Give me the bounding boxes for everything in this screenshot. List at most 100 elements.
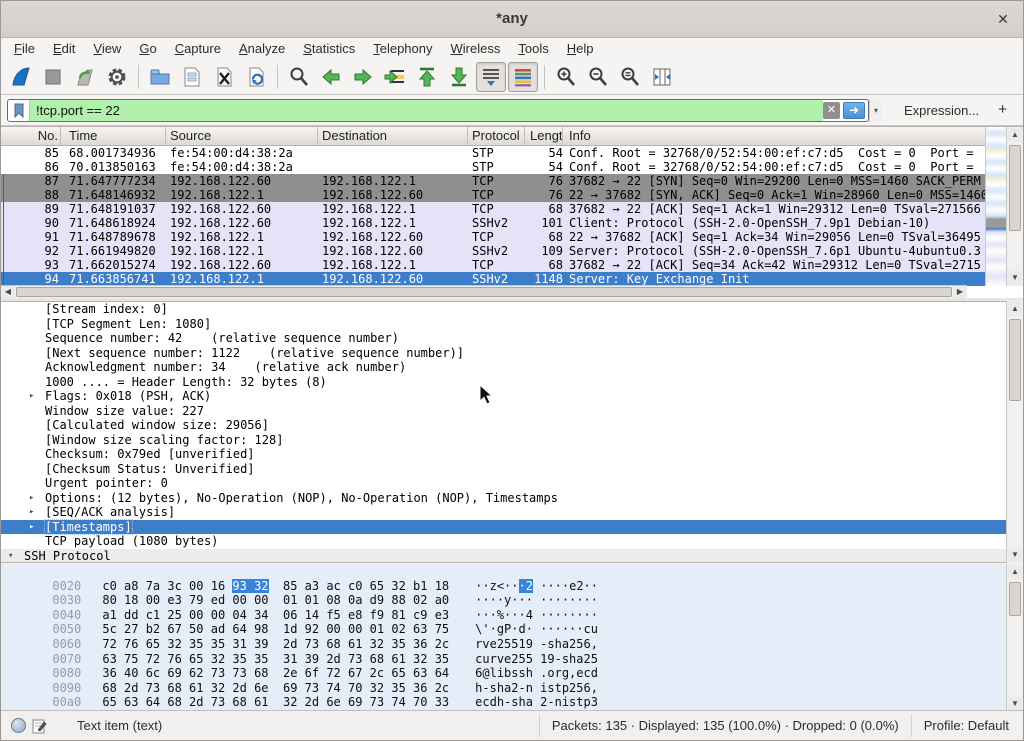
scrollbar-thumb[interactable]: [16, 287, 952, 297]
hex-vscrollbar[interactable]: ▲ ▼: [1006, 564, 1023, 712]
column-header[interactable]: Destination: [318, 127, 468, 145]
go-back-button[interactable]: [316, 62, 346, 92]
close-file-button[interactable]: [209, 62, 239, 92]
filter-bookmark-button[interactable]: [8, 100, 30, 121]
expander-icon[interactable]: ▸: [29, 505, 45, 520]
packet-row[interactable]: 87 71.647777234 192.168.122.60 192.168.1…: [1, 174, 1023, 188]
go-forward-button[interactable]: [348, 62, 378, 92]
detail-line[interactable]: ▸ Flags: 0x018 (PSH, ACK): [1, 389, 1023, 404]
expander-icon[interactable]: ▸: [29, 389, 45, 404]
menu-item[interactable]: Analyze: [230, 39, 294, 58]
column-header[interactable]: Info: [563, 127, 1023, 145]
colorize-toggle[interactable]: [508, 62, 538, 92]
column-header[interactable]: Source: [166, 127, 318, 145]
detail-line[interactable]: Checksum: 0x79ed [unverified]: [1, 447, 1023, 462]
detail-line[interactable]: Acknowledgment number: 34 (relative ack …: [1, 360, 1023, 375]
details-vscrollbar[interactable]: ▲ ▼: [1006, 301, 1023, 563]
scroll-down-arrow[interactable]: ▼: [1008, 271, 1022, 285]
expression-button[interactable]: Expression...: [896, 100, 987, 121]
scrollbar-thumb[interactable]: [1009, 145, 1021, 231]
menu-item[interactable]: Tools: [509, 39, 557, 58]
packet-row[interactable]: 86 70.013850163 fe:54:00:d4:38:2a STP 54…: [1, 160, 1023, 174]
detail-line[interactable]: [Calculated window size: 29056]: [1, 418, 1023, 433]
zoom-in-button[interactable]: [551, 62, 581, 92]
expander-icon[interactable]: ▸: [29, 520, 45, 535]
scroll-down-arrow[interactable]: ▼: [1008, 697, 1022, 711]
scrollbar-thumb[interactable]: [1009, 319, 1021, 401]
hex-row[interactable]: 0020c0 a8 7a 3c 00 16 93 32 85 a3 ac c0 …: [1, 564, 1023, 579]
scroll-up-arrow[interactable]: ▲: [1008, 128, 1022, 142]
filter-history-dropdown[interactable]: ▾: [869, 99, 882, 122]
detail-line[interactable]: [TCP Segment Len: 1080]: [1, 317, 1023, 332]
scrollbar-thumb[interactable]: [1009, 582, 1021, 616]
go-to-packet-button[interactable]: [380, 62, 410, 92]
menu-item[interactable]: Wireless: [442, 39, 510, 58]
packet-row[interactable]: 89 71.648191037 192.168.122.60 192.168.1…: [1, 202, 1023, 216]
detail-line[interactable]: Window size value: 227: [1, 404, 1023, 419]
intelligent-scrollbar-minimap[interactable]: [985, 127, 1006, 286]
zoom-original-button[interactable]: [615, 62, 645, 92]
go-to-bottom-button[interactable]: [444, 62, 474, 92]
scroll-left-arrow[interactable]: ◀: [1, 286, 15, 298]
menu-item[interactable]: Telephony: [364, 39, 441, 58]
detail-line[interactable]: [Window size scaling factor: 128]: [1, 433, 1023, 448]
save-file-button[interactable]: [177, 62, 207, 92]
scroll-right-arrow[interactable]: ▶: [953, 286, 967, 298]
scroll-up-arrow[interactable]: ▲: [1008, 302, 1022, 316]
zoom-out-button[interactable]: [583, 62, 613, 92]
resize-columns-button[interactable]: [647, 62, 677, 92]
expander-icon[interactable]: ▾: [8, 549, 24, 564]
packet-row[interactable]: 93 71.662015274 192.168.122.60 192.168.1…: [1, 258, 1023, 272]
menu-item[interactable]: Help: [558, 39, 603, 58]
scroll-down-arrow[interactable]: ▼: [1008, 548, 1022, 562]
scroll-up-arrow[interactable]: ▲: [1008, 565, 1022, 579]
column-header[interactable]: Time: [61, 127, 166, 145]
packet-row[interactable]: 85 68.001734936 fe:54:00:d4:38:2a STP 54…: [1, 146, 1023, 160]
menu-item[interactable]: Edit: [44, 39, 84, 58]
auto-scroll-toggle[interactable]: [476, 62, 506, 92]
menu-item[interactable]: Statistics: [294, 39, 364, 58]
detail-line[interactable]: 1000 .... = Header Length: 32 bytes (8): [1, 375, 1023, 390]
packet-list-hscrollbar[interactable]: ◀ ▶: [1, 285, 967, 298]
expander-icon[interactable]: ▸: [29, 491, 45, 506]
go-to-top-button[interactable]: [412, 62, 442, 92]
capture-comment-icon[interactable]: [32, 718, 47, 734]
filter-clear-button[interactable]: ✕: [823, 102, 840, 119]
packet-row[interactable]: 90 71.648618924 192.168.122.60 192.168.1…: [1, 216, 1023, 230]
restart-capture-button[interactable]: [70, 62, 100, 92]
stop-capture-button[interactable]: [38, 62, 68, 92]
detail-line[interactable]: ▾ SSH Protocol: [1, 549, 1023, 564]
packet-row[interactable]: 92 71.661949820 192.168.122.1 192.168.12…: [1, 244, 1023, 258]
reload-file-button[interactable]: [241, 62, 271, 92]
expert-info-icon[interactable]: [11, 718, 26, 733]
display-filter-input[interactable]: [30, 100, 823, 121]
packet-list-vscrollbar[interactable]: ▲ ▼: [1006, 127, 1023, 286]
detail-line[interactable]: Urgent pointer: 0: [1, 476, 1023, 491]
start-capture-button[interactable]: [6, 62, 36, 92]
open-file-button[interactable]: [145, 62, 175, 92]
add-filter-button[interactable]: +: [988, 99, 1017, 122]
detail-line[interactable]: [Stream index: 0]: [1, 302, 1023, 317]
close-window-button[interactable]: ✕: [993, 9, 1013, 29]
packet-row[interactable]: 94 71.663856741 192.168.122.1 192.168.12…: [1, 272, 1023, 286]
detail-line[interactable]: Sequence number: 42 (relative sequence n…: [1, 331, 1023, 346]
column-header[interactable]: No.: [1, 127, 61, 145]
menu-item[interactable]: View: [84, 39, 130, 58]
packet-row[interactable]: 91 71.648789678 192.168.122.1 192.168.12…: [1, 230, 1023, 244]
menu-item[interactable]: File: [5, 39, 44, 58]
column-header[interactable]: Length: [525, 127, 563, 145]
find-packet-button[interactable]: [284, 62, 314, 92]
column-header[interactable]: Protocol: [468, 127, 525, 145]
packet-row[interactable]: 88 71.648146932 192.168.122.1 192.168.12…: [1, 188, 1023, 202]
detail-line[interactable]: ▸ [SEQ/ACK analysis]: [1, 505, 1023, 520]
detail-line[interactable]: TCP payload (1080 bytes): [1, 534, 1023, 549]
detail-line[interactable]: [Checksum Status: Unverified]: [1, 462, 1023, 477]
detail-line[interactable]: ▸ [Timestamps]: [1, 520, 1023, 535]
status-profile[interactable]: Profile: Default: [911, 714, 1023, 737]
detail-line[interactable]: [Next sequence number: 1122 (relative se…: [1, 346, 1023, 361]
filter-apply-button[interactable]: ➜: [843, 102, 865, 119]
capture-options-button[interactable]: [102, 62, 132, 92]
menu-item[interactable]: Go: [130, 39, 165, 58]
menu-item[interactable]: Capture: [166, 39, 230, 58]
detail-line[interactable]: ▸ Options: (12 bytes), No-Operation (NOP…: [1, 491, 1023, 506]
